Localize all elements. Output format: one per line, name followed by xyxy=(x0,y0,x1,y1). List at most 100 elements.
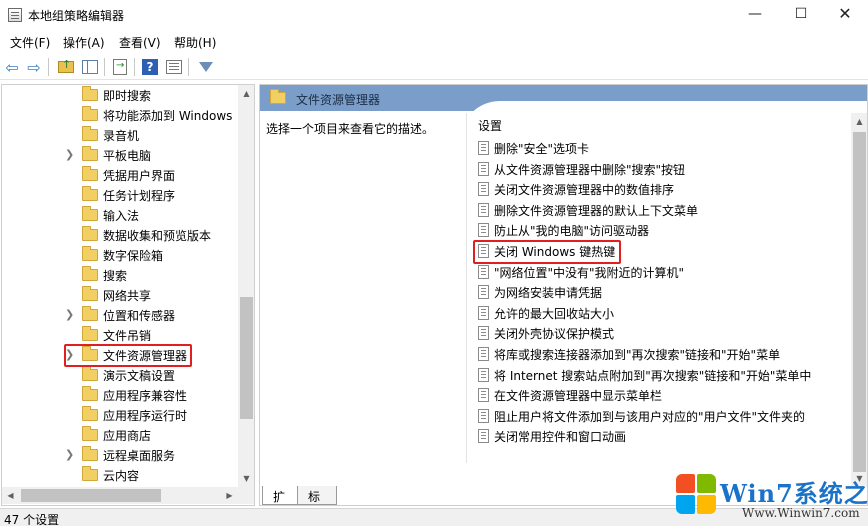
folder-icon xyxy=(82,246,98,261)
scroll-thumb[interactable] xyxy=(853,132,866,472)
setting-row[interactable]: 关闭常用控件和窗口动画 xyxy=(478,426,858,446)
policy-setting-icon xyxy=(478,429,489,444)
tree-item-label: 文件吊销 xyxy=(103,329,152,343)
folder-icon xyxy=(82,366,98,381)
setting-row[interactable]: 将 Internet 搜索站点附加到"再次搜索"链接和"开始"菜单中 xyxy=(478,365,858,385)
tree-item[interactable]: 数字保险箱 xyxy=(2,245,238,265)
back-arrow-icon[interactable]: ⇦ xyxy=(2,57,22,77)
setting-label: 关闭文件资源管理器中的数值排序 xyxy=(494,183,675,198)
setting-row[interactable]: 关闭外壳协议保护模式 xyxy=(478,323,858,343)
policy-setting-icon xyxy=(478,202,489,217)
filter-icon xyxy=(199,62,213,72)
expand-chevron-icon[interactable]: ❯ xyxy=(65,308,75,322)
setting-row[interactable]: 阻止用户将文件添加到与该用户对应的"用户文件"文件夹的 xyxy=(478,406,858,426)
tree-item[interactable]: 即时搜索 xyxy=(2,85,238,105)
tree-item-label: 将功能添加到 Windows xyxy=(103,109,233,123)
folder-icon xyxy=(82,226,98,241)
app-icon xyxy=(8,8,22,22)
tree-item-label: 输入法 xyxy=(103,209,140,223)
tab-standard[interactable]: 标准 xyxy=(297,486,337,521)
setting-highlight xyxy=(473,240,621,264)
tree-vertical-scrollbar[interactable]: ▲ ▼ xyxy=(238,85,254,487)
setting-row[interactable]: 将库或搜索连接器添加到"再次搜索"链接和"开始"菜单 xyxy=(478,344,858,364)
properties-button[interactable] xyxy=(164,57,184,77)
scroll-thumb[interactable] xyxy=(21,489,161,502)
up-folder-button[interactable] xyxy=(56,57,76,77)
forward-arrow-icon[interactable]: ⇨ xyxy=(24,57,44,77)
tree-item[interactable]: ❯ 远程桌面服务 xyxy=(2,445,238,465)
tree-item-label: 远程桌面服务 xyxy=(103,449,176,463)
scroll-up-icon[interactable]: ▲ xyxy=(851,113,867,130)
expand-chevron-icon[interactable]: ❯ xyxy=(65,148,75,162)
tree-item[interactable]: 搜索 xyxy=(2,265,238,285)
windows-logo-icon xyxy=(676,474,716,514)
show-hide-tree-button[interactable] xyxy=(80,57,100,77)
tree-horizontal-scrollbar[interactable]: ◀ ▶ xyxy=(2,487,238,504)
minimize-button[interactable]: — xyxy=(732,0,778,30)
help-button[interactable]: ? xyxy=(140,57,160,77)
console-tree[interactable]: 即时搜索将功能添加到 Windows 录音机 ❯ 平板电脑凭据用户界面 任务计划程序输入… xyxy=(1,84,255,506)
filter-button[interactable] xyxy=(196,57,216,77)
setting-row[interactable]: "网络位置"中没有"我附近的计算机" xyxy=(478,262,858,282)
folder-icon xyxy=(82,266,98,281)
export-list-button[interactable] xyxy=(110,57,130,77)
scroll-down-icon[interactable]: ▼ xyxy=(238,470,254,487)
scroll-left-icon[interactable]: ◀ xyxy=(2,487,19,504)
tree-item[interactable]: 应用程序运行时 xyxy=(2,405,238,425)
tree-item-label: 平板电脑 xyxy=(103,149,152,163)
settings-vertical-scrollbar[interactable]: ▲ ▼ xyxy=(851,113,867,487)
pane-divider xyxy=(466,113,467,463)
maximize-button[interactable]: ☐ xyxy=(778,0,824,30)
setting-row[interactable]: 防止从"我的电脑"访问驱动器 xyxy=(478,220,858,240)
tree-item[interactable]: 云内容 xyxy=(2,465,238,485)
setting-label: 关闭外壳协议保护模式 xyxy=(494,327,615,342)
setting-row[interactable]: 删除"安全"选项卡 xyxy=(478,138,858,158)
menu-file[interactable]: 文件(F) xyxy=(10,34,50,51)
setting-row[interactable]: 允许的最大回收站大小 xyxy=(478,303,858,323)
tree-item-label: 位置和传感器 xyxy=(103,309,176,323)
menu-action[interactable]: 操作(A) xyxy=(63,34,105,51)
policy-setting-icon xyxy=(478,347,489,361)
tree-item[interactable]: 文件吊销 xyxy=(2,325,238,345)
setting-row[interactable]: 为网络安装申请凭据 xyxy=(478,282,858,302)
tree-item[interactable]: ❯ 位置和传感器 xyxy=(2,305,238,325)
tree-item[interactable]: 网络共享 xyxy=(2,285,238,305)
tree-item[interactable]: 应用程序兼容性 xyxy=(2,385,238,405)
policy-setting-icon xyxy=(478,305,489,320)
tree-item[interactable]: 输入法 xyxy=(2,205,238,225)
tree-item-label: 搜索 xyxy=(103,269,128,283)
setting-row[interactable]: 在文件资源管理器中显示菜单栏 xyxy=(478,385,858,405)
header-curve-decoration xyxy=(460,101,867,141)
folder-icon xyxy=(82,466,98,481)
tree-item[interactable]: 将功能添加到 Windows xyxy=(2,105,238,125)
tree-item[interactable]: 任务计划程序 xyxy=(2,185,238,205)
tree-item-label: 应用程序运行时 xyxy=(103,409,188,423)
close-button[interactable]: ✕ xyxy=(822,0,868,30)
setting-label: 允许的最大回收站大小 xyxy=(494,306,615,321)
policy-setting-icon xyxy=(478,285,489,300)
scroll-right-icon[interactable]: ▶ xyxy=(221,487,238,504)
tree-item[interactable]: 凭据用户界面 xyxy=(2,165,238,185)
setting-row[interactable]: 从文件资源管理器中删除"搜索"按钮 xyxy=(478,159,858,179)
setting-row[interactable]: 删除文件资源管理器的默认上下文菜单 xyxy=(478,200,858,220)
tab-extended[interactable]: 扩展 xyxy=(262,486,300,521)
folder-icon xyxy=(82,306,98,321)
tree-item[interactable]: ❯ 平板电脑 xyxy=(2,145,238,165)
setting-label: 为网络安装申请凭据 xyxy=(494,286,603,301)
menu-help[interactable]: 帮助(H) xyxy=(174,34,216,51)
menu-view[interactable]: 查看(V) xyxy=(119,34,161,51)
folder-icon xyxy=(82,186,98,201)
scroll-thumb[interactable] xyxy=(240,297,253,419)
settings-column-header[interactable]: 设置 xyxy=(478,117,502,134)
expand-chevron-icon[interactable]: ❯ xyxy=(65,448,75,462)
tree-item[interactable]: 应用商店 xyxy=(2,425,238,445)
folder-up-icon xyxy=(58,58,74,73)
scroll-up-icon[interactable]: ▲ xyxy=(238,85,254,102)
setting-row[interactable]: 关闭文件资源管理器中的数值排序 xyxy=(478,179,858,199)
setting-label: 删除文件资源管理器的默认上下文菜单 xyxy=(494,203,699,218)
tree-item[interactable]: 数据收集和预览版本 xyxy=(2,225,238,245)
tree-item-label: 应用程序兼容性 xyxy=(103,389,188,403)
tree-item-label: 应用商店 xyxy=(103,429,152,443)
tree-item[interactable]: 演示文稿设置 xyxy=(2,365,238,385)
tree-item[interactable]: 录音机 xyxy=(2,125,238,145)
